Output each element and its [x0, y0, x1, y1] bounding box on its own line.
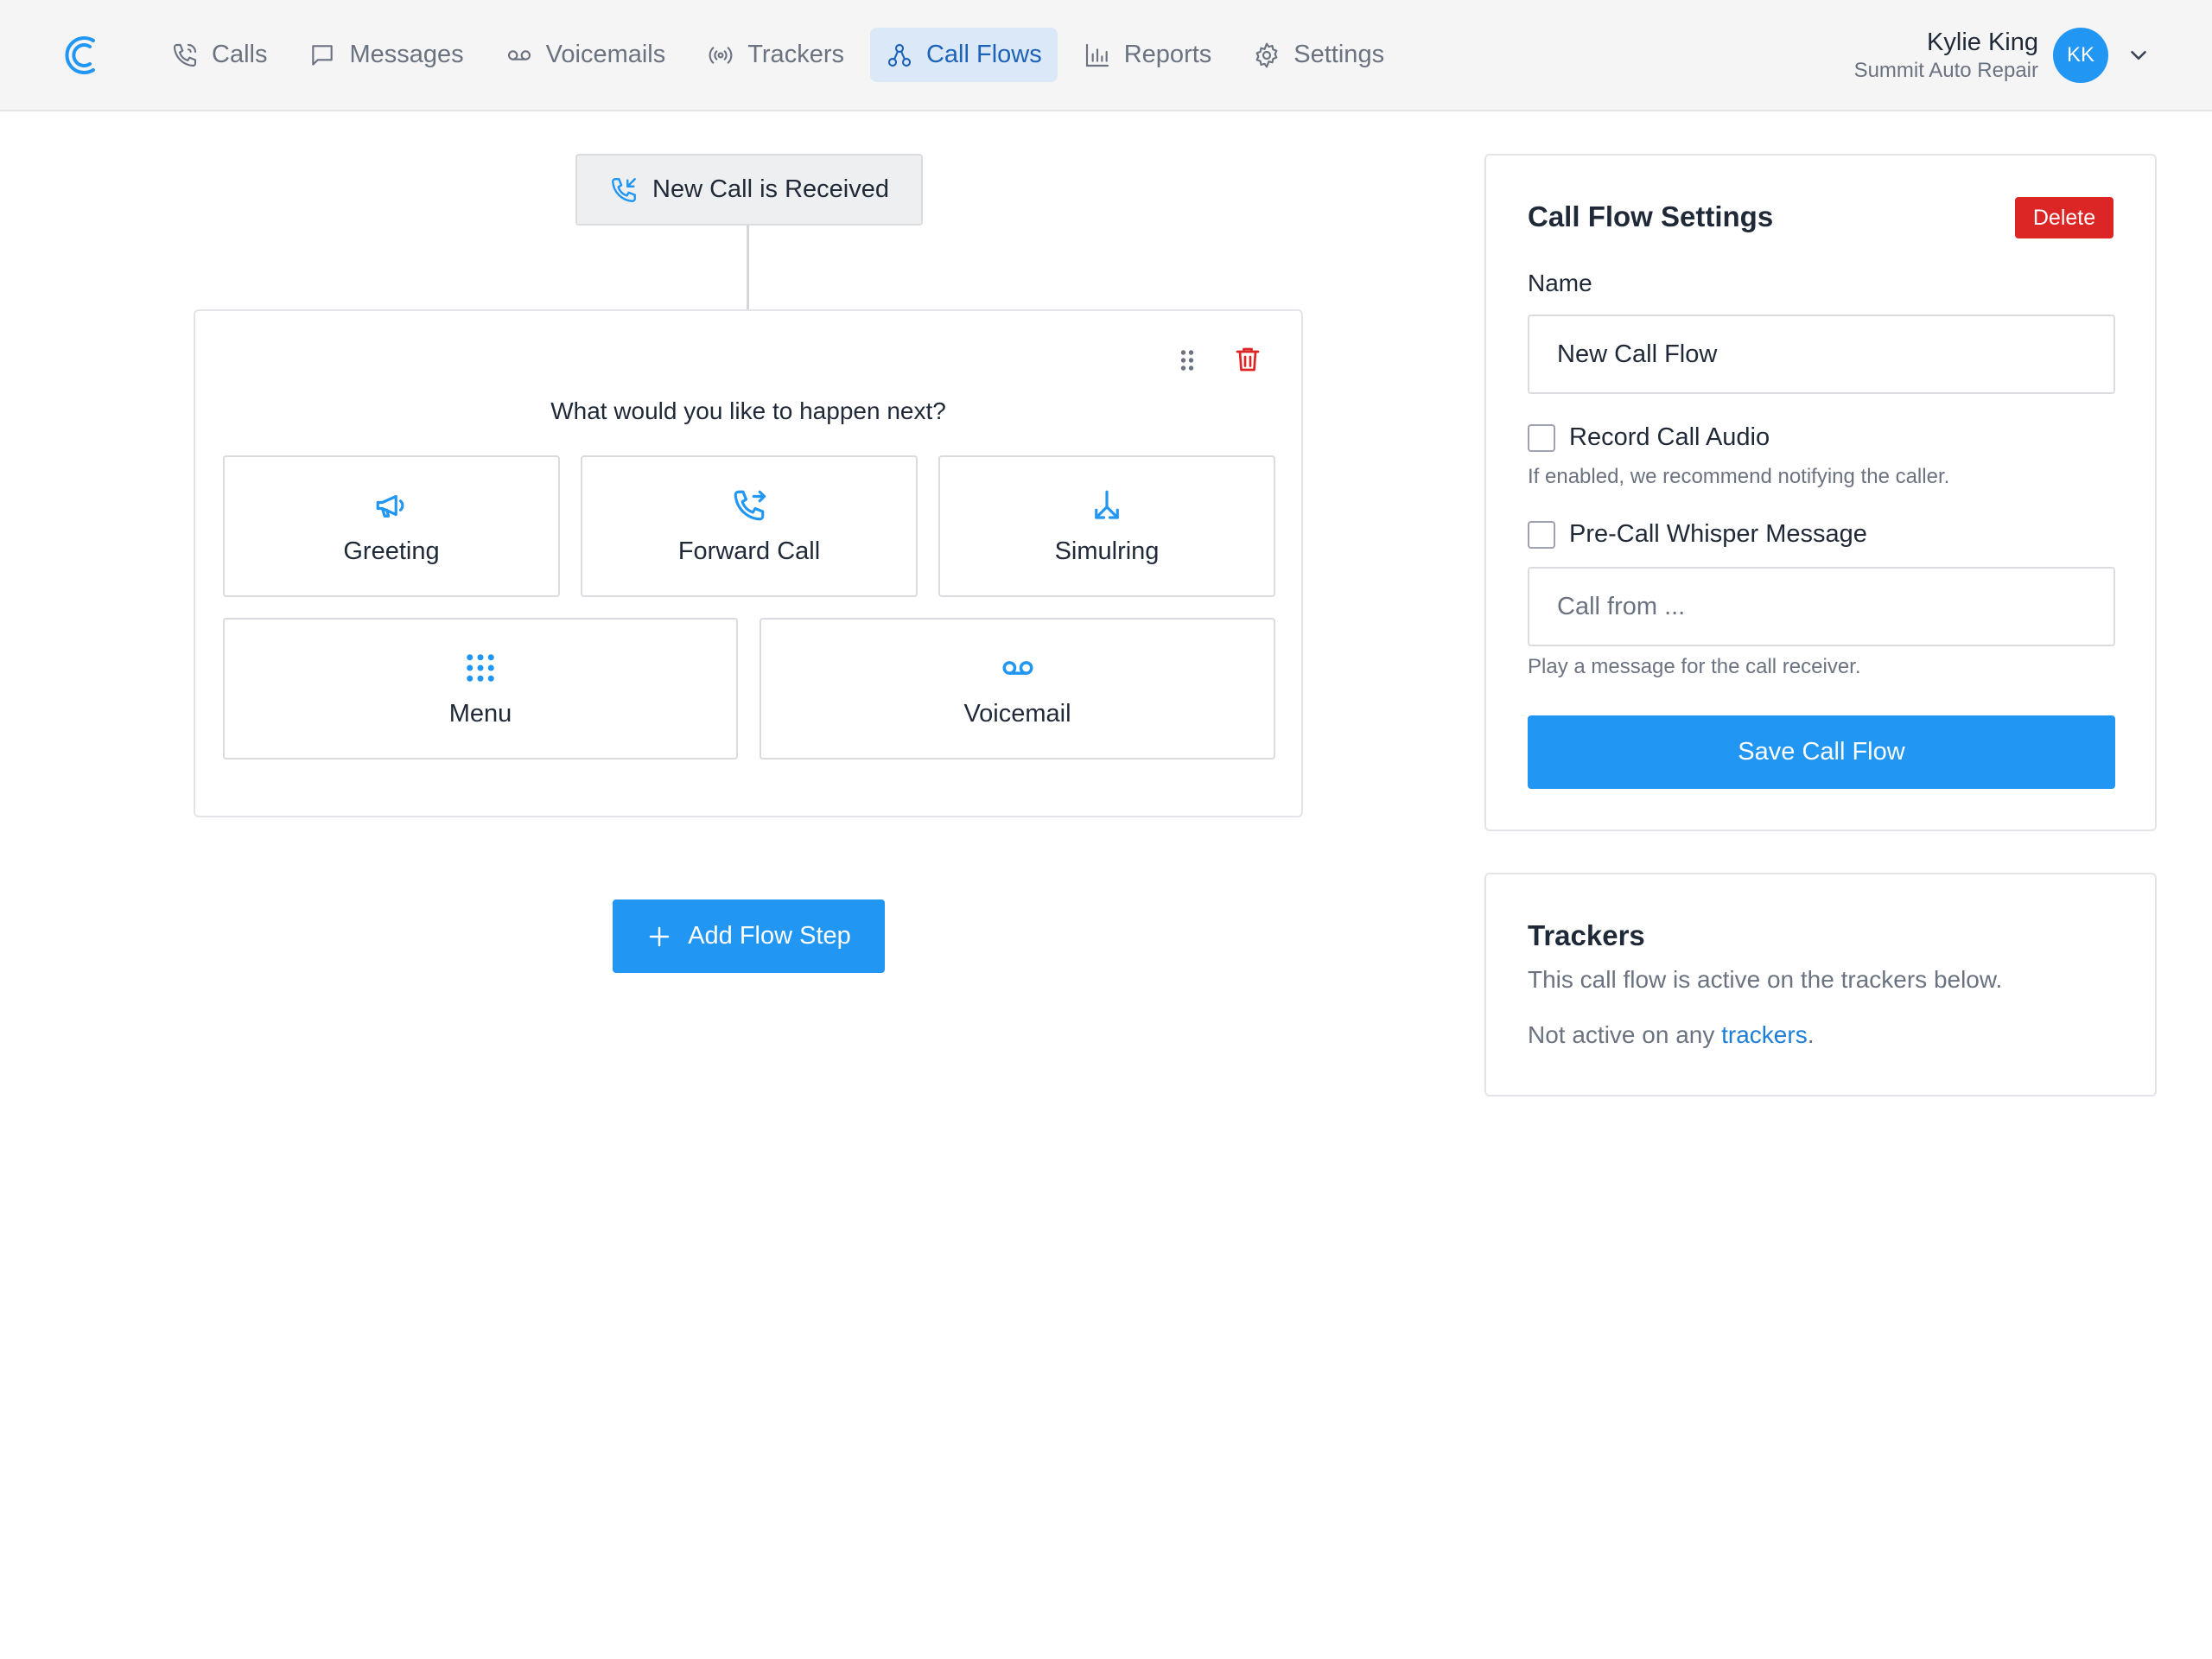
nav-label: Call Flows: [925, 41, 1042, 68]
whisper-message-hint: Play a message for the call receiver.: [1528, 655, 1861, 678]
top-navigation-bar: Calls Messages Voicemails Trackers Call …: [0, 0, 2212, 111]
call-flow-settings-panel: Call Flow Settings Delete Name Record Ca…: [1484, 154, 2157, 831]
keypad-icon: [467, 653, 494, 682]
call-flow-name-input[interactable]: [1528, 315, 2115, 394]
nav-label: Calls: [212, 41, 268, 68]
option-menu[interactable]: Menu: [223, 618, 738, 760]
trigger-label: New Call is Received: [652, 175, 889, 203]
record-call-audio-label: Record Call Audio: [1569, 423, 1770, 451]
gear-icon: [1255, 42, 1278, 67]
flow-icon: [887, 43, 912, 67]
bar-chart-icon: [1085, 43, 1109, 67]
voicemail-icon: [1002, 660, 1033, 675]
panel-title: Trackers: [1528, 919, 1645, 951]
record-call-audio-toggle[interactable]: Record Call Audio: [1528, 423, 1770, 452]
delete-button[interactable]: Delete: [2015, 197, 2113, 238]
option-label: Greeting: [343, 537, 440, 565]
nav-label: Trackers: [747, 41, 844, 68]
option-label: Menu: [448, 699, 512, 728]
user-organization: Summit Auto Repair: [1853, 59, 2038, 82]
avatar[interactable]: KK: [2053, 28, 2108, 83]
whisper-message-input[interactable]: [1528, 567, 2115, 646]
flow-connector-line: [747, 226, 749, 309]
pre-call-whisper-checkbox[interactable]: [1528, 520, 1555, 549]
flow-step-card: What would you like to happen next? Gree…: [194, 309, 1303, 817]
megaphone-icon: [376, 494, 404, 518]
main-nav: Calls Messages Voicemails Trackers Call …: [156, 28, 1410, 82]
broadcast-icon: [709, 46, 733, 64]
option-greeting[interactable]: Greeting: [223, 455, 560, 597]
message-icon: [312, 44, 334, 66]
user-name: Kylie King: [1927, 29, 2038, 56]
nav-label: Messages: [349, 41, 464, 68]
record-call-audio-checkbox[interactable]: [1528, 423, 1555, 452]
name-label: Name: [1528, 270, 1592, 296]
nav-item-voicemails[interactable]: Voicemails: [490, 28, 682, 82]
nav-item-calls[interactable]: Calls: [156, 28, 283, 82]
save-call-flow-button[interactable]: Save Call Flow: [1528, 715, 2115, 789]
trackers-description: This call flow is active on the trackers…: [1528, 966, 2003, 993]
trackers-panel: Trackers This call flow is active on the…: [1484, 873, 2157, 1096]
pre-call-whisper-toggle[interactable]: Pre-Call Whisper Message: [1528, 520, 1867, 549]
phone-forward-icon: [734, 490, 766, 520]
pre-call-whisper-label: Pre-Call Whisper Message: [1569, 520, 1867, 548]
incoming-call-icon: [612, 177, 636, 202]
option-label: Forward Call: [677, 537, 821, 565]
delete-step-trash-icon[interactable]: [1232, 344, 1263, 375]
nav-item-settings[interactable]: Settings: [1237, 28, 1400, 82]
add-flow-step-label: Add Flow Step: [688, 922, 851, 950]
app-logo-icon[interactable]: [60, 33, 102, 78]
add-flow-step-button[interactable]: Add Flow Step: [613, 899, 885, 973]
nav-item-trackers[interactable]: Trackers: [691, 28, 860, 82]
nav-label: Settings: [1294, 41, 1385, 68]
user-info: Kylie King Summit Auto Repair: [1854, 27, 2038, 84]
trackers-status-note: Not active on any trackers.: [1528, 1021, 1814, 1049]
option-simulring[interactable]: Simulring: [938, 455, 1275, 597]
split-arrows-icon: [1095, 490, 1119, 519]
phone-icon: [173, 43, 197, 67]
flow-trigger-node[interactable]: New Call is Received: [575, 154, 923, 226]
drag-handle-icon[interactable]: [1175, 347, 1199, 373]
nav-label: Reports: [1123, 41, 1212, 68]
chevron-down-icon[interactable]: [2126, 42, 2152, 68]
user-menu[interactable]: Kylie King Summit Auto Repair KK: [1854, 24, 2152, 86]
trackers-link[interactable]: trackers: [1721, 1021, 1808, 1048]
trackers-note-suffix: .: [1807, 1021, 1815, 1048]
option-forward-call[interactable]: Forward Call: [581, 455, 918, 597]
option-voicemail[interactable]: Voicemail: [760, 618, 1275, 760]
voicemail-icon: [507, 49, 531, 60]
plus-icon: [649, 926, 670, 946]
option-label: Voicemail: [963, 699, 1071, 728]
nav-item-reports[interactable]: Reports: [1068, 28, 1228, 82]
panel-title: Call Flow Settings: [1528, 200, 1774, 232]
nav-item-call-flows[interactable]: Call Flows: [869, 28, 1058, 82]
nav-item-messages[interactable]: Messages: [293, 28, 479, 82]
option-label: Simulring: [1054, 537, 1160, 565]
trackers-note-prefix: Not active on any: [1528, 1021, 1722, 1048]
record-call-audio-hint: If enabled, we recommend notifying the c…: [1528, 465, 1950, 488]
step-question: What would you like to happen next?: [550, 397, 946, 424]
nav-label: Voicemails: [545, 41, 666, 68]
